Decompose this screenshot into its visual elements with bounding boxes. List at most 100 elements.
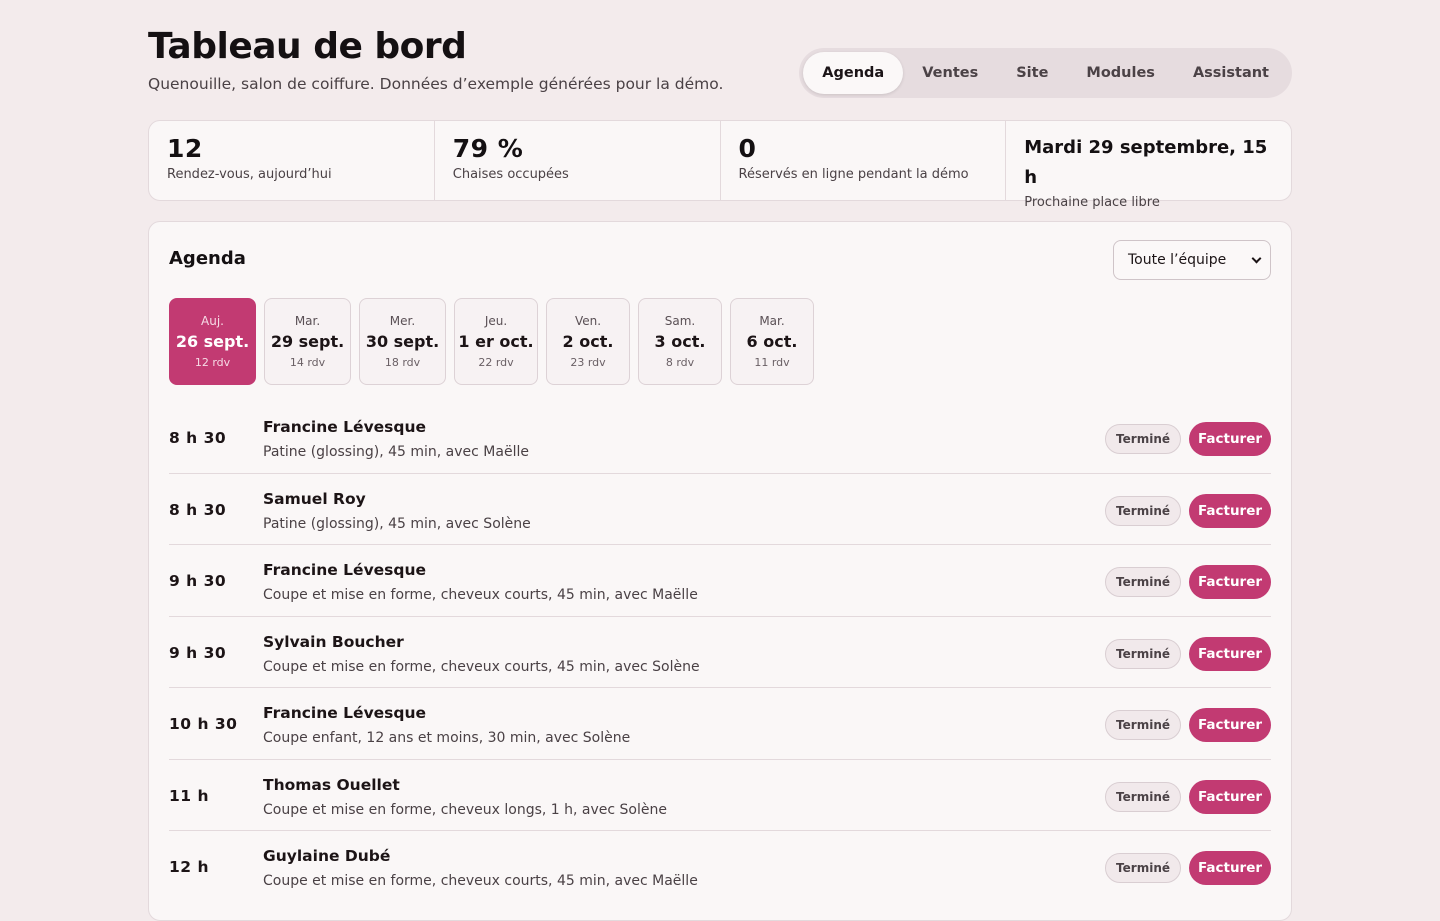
day-name: Mar. <box>759 314 785 328</box>
day-card[interactable]: Jeu. 1 er oct. 22 rdv <box>454 298 538 385</box>
day-name: Sam. <box>664 314 696 328</box>
bill-button[interactable]: Facturer <box>1189 851 1271 885</box>
appointment-row: 11 h Thomas Ouellet Coupe et mise en for… <box>169 760 1271 831</box>
service-detail: Coupe et mise en forme, cheveux courts, … <box>263 873 698 889</box>
appointment-time: 10 h 30 <box>169 715 238 733</box>
appointment-time: 12 h <box>169 858 210 876</box>
service-detail: Coupe et mise en forme, cheveux courts, … <box>263 587 698 603</box>
day-card-today[interactable]: Auj. 26 sept. 12 rdv <box>169 298 256 385</box>
tab-site[interactable]: Site <box>997 52 1067 94</box>
tab-ventes[interactable]: Ventes <box>903 52 997 94</box>
client-name: Thomas Ouellet <box>263 775 400 794</box>
stat-value: Mardi 29 septembre, 15 h <box>1024 137 1268 188</box>
client-name: Francine Lévesque <box>263 561 427 579</box>
status-badge[interactable]: Terminé <box>1105 567 1181 597</box>
client-name: Samuel Roy <box>263 489 366 508</box>
page-header: Tableau de bord Quenouille, salon de coi… <box>148 0 1292 120</box>
stat-chairs-occupied: 79 % Chaises occupées <box>433 121 720 200</box>
stat-label: Réservés en ligne pendant la démo <box>738 167 969 182</box>
dashboard: Tableau de bord Quenouille, salon de coi… <box>148 0 1292 921</box>
appointment-time: 8 h 30 <box>169 429 227 447</box>
agenda-panel: Agenda Toute l’équipe Auj. 26 sept. 12 r… <box>148 221 1292 921</box>
day-date: 1 er oct. <box>458 332 534 351</box>
status-badge[interactable]: Terminé <box>1105 853 1181 883</box>
appointment-row: 8 h 30 Samuel Roy Patine (glossing), 45 … <box>169 474 1271 545</box>
page-subtitle: Quenouille, salon de coiffure. Données d… <box>148 75 724 93</box>
day-date: 2 oct. <box>562 332 614 351</box>
client-name: Sylvain Boucher <box>263 632 404 651</box>
bill-button[interactable]: Facturer <box>1189 422 1271 456</box>
day-card[interactable]: Mer. 30 sept. 18 rdv <box>359 298 446 385</box>
chevron-down-icon <box>1251 253 1262 263</box>
day-count: 22 rdv <box>478 356 514 369</box>
day-card[interactable]: Mar. 29 sept. 14 rdv <box>264 298 351 385</box>
stat-online-bookings: 0 Réservés en ligne pendant la démo <box>719 121 1006 200</box>
appointment-list: 8 h 30 Francine Lévesque Patine (glossin… <box>169 402 1271 903</box>
client-name: Francine Lévesque <box>263 418 427 436</box>
day-count: 18 rdv <box>384 356 421 369</box>
day-count: 23 rdv <box>570 356 606 369</box>
appointment-row: 12 h Guylaine Dubé Coupe et mise en form… <box>169 831 1271 903</box>
stat-value: 0 <box>738 134 757 163</box>
day-card[interactable]: Mar. 6 oct. 11 rdv <box>730 298 814 385</box>
stat-label: Rendez-vous, aujourd’hui <box>167 167 332 182</box>
bill-button[interactable]: Facturer <box>1189 493 1271 528</box>
appointment-row: 8 h 30 Francine Lévesque Patine (glossin… <box>169 402 1271 474</box>
appointment-time: 9 h 30 <box>169 643 227 662</box>
status-badge[interactable]: Terminé <box>1105 781 1181 812</box>
tab-assistant[interactable]: Assistant <box>1174 52 1288 94</box>
service-detail: Coupe enfant, 12 ans et moins, 30 min, a… <box>263 730 631 746</box>
status-badge[interactable]: Terminé <box>1105 638 1181 669</box>
service-detail: Coupe et mise en forme, cheveux courts, … <box>263 658 700 675</box>
day-name: Jeu. <box>484 314 508 328</box>
appointment-time: 9 h 30 <box>169 572 227 590</box>
day-name: Mar. <box>294 314 321 328</box>
appointment-row: 9 h 30 Francine Lévesque Coupe et mise e… <box>169 545 1271 617</box>
bill-button[interactable]: Facturer <box>1189 708 1271 742</box>
day-name: Mer. <box>389 314 416 328</box>
day-card[interactable]: Sam. 3 oct. 8 rdv <box>638 298 722 385</box>
day-count: 12 rdv <box>194 356 231 369</box>
stat-value: 79 % <box>452 134 524 163</box>
bill-button[interactable]: Facturer <box>1189 779 1271 814</box>
day-picker: Auj. 26 sept. 12 rdv Mar. 29 sept. 14 rd… <box>169 298 814 385</box>
bill-button[interactable]: Facturer <box>1189 636 1271 671</box>
tab-agenda[interactable]: Agenda <box>803 52 904 94</box>
appointment-row: 9 h 30 Sylvain Boucher Coupe et mise en … <box>169 617 1271 688</box>
service-detail: Patine (glossing), 45 min, avec Solène <box>263 515 531 532</box>
day-date: 29 sept. <box>270 332 345 351</box>
day-count: 8 rdv <box>665 356 695 369</box>
main-tabs: Agenda Ventes Site Modules Assistant <box>799 48 1292 98</box>
day-date: 3 oct. <box>654 332 706 351</box>
client-name: Francine Lévesque <box>263 704 427 722</box>
appointment-time: 8 h 30 <box>169 500 227 519</box>
status-badge[interactable]: Terminé <box>1105 495 1181 526</box>
status-badge[interactable]: Terminé <box>1105 710 1181 740</box>
day-date: 30 sept. <box>365 332 440 351</box>
agenda-title: Agenda <box>169 248 246 269</box>
service-detail: Coupe et mise en forme, cheveux longs, 1… <box>263 801 667 818</box>
stat-next-slot: Mardi 29 septembre, 15 h Prochaine place… <box>1005 121 1291 210</box>
client-name: Guylaine Dubé <box>263 847 391 865</box>
day-count: 11 rdv <box>754 356 790 369</box>
day-date: 6 oct. <box>746 332 798 351</box>
day-name: Ven. <box>574 314 602 328</box>
day-name: Auj. <box>201 314 224 328</box>
stat-appointments-today: 12 Rendez-vous, aujourd’hui <box>149 121 434 200</box>
stats-bar: 12 Rendez-vous, aujourd’hui 79 % Chaises… <box>148 120 1292 210</box>
staff-filter-select[interactable]: Toute l’équipe <box>1113 240 1271 280</box>
day-card[interactable]: Ven. 2 oct. 23 rdv <box>546 298 630 385</box>
status-badge[interactable]: Terminé <box>1105 424 1181 454</box>
appointment-time: 11 h <box>169 786 210 805</box>
bill-button[interactable]: Facturer <box>1189 565 1271 599</box>
page-title: Tableau de bord <box>148 26 467 67</box>
service-detail: Patine (glossing), 45 min, avec Maëlle <box>263 444 529 460</box>
stat-label: Prochaine place libre <box>1024 195 1160 210</box>
stat-label: Chaises occupées <box>452 167 569 182</box>
tab-modules[interactable]: Modules <box>1067 52 1174 94</box>
appointment-row: 10 h 30 Francine Lévesque Coupe enfant, … <box>169 688 1271 760</box>
stat-value: 12 <box>167 134 203 163</box>
day-date: 26 sept. <box>175 332 250 351</box>
staff-filter-value: Toute l’équipe <box>1128 252 1227 268</box>
day-count: 14 rdv <box>289 356 326 369</box>
